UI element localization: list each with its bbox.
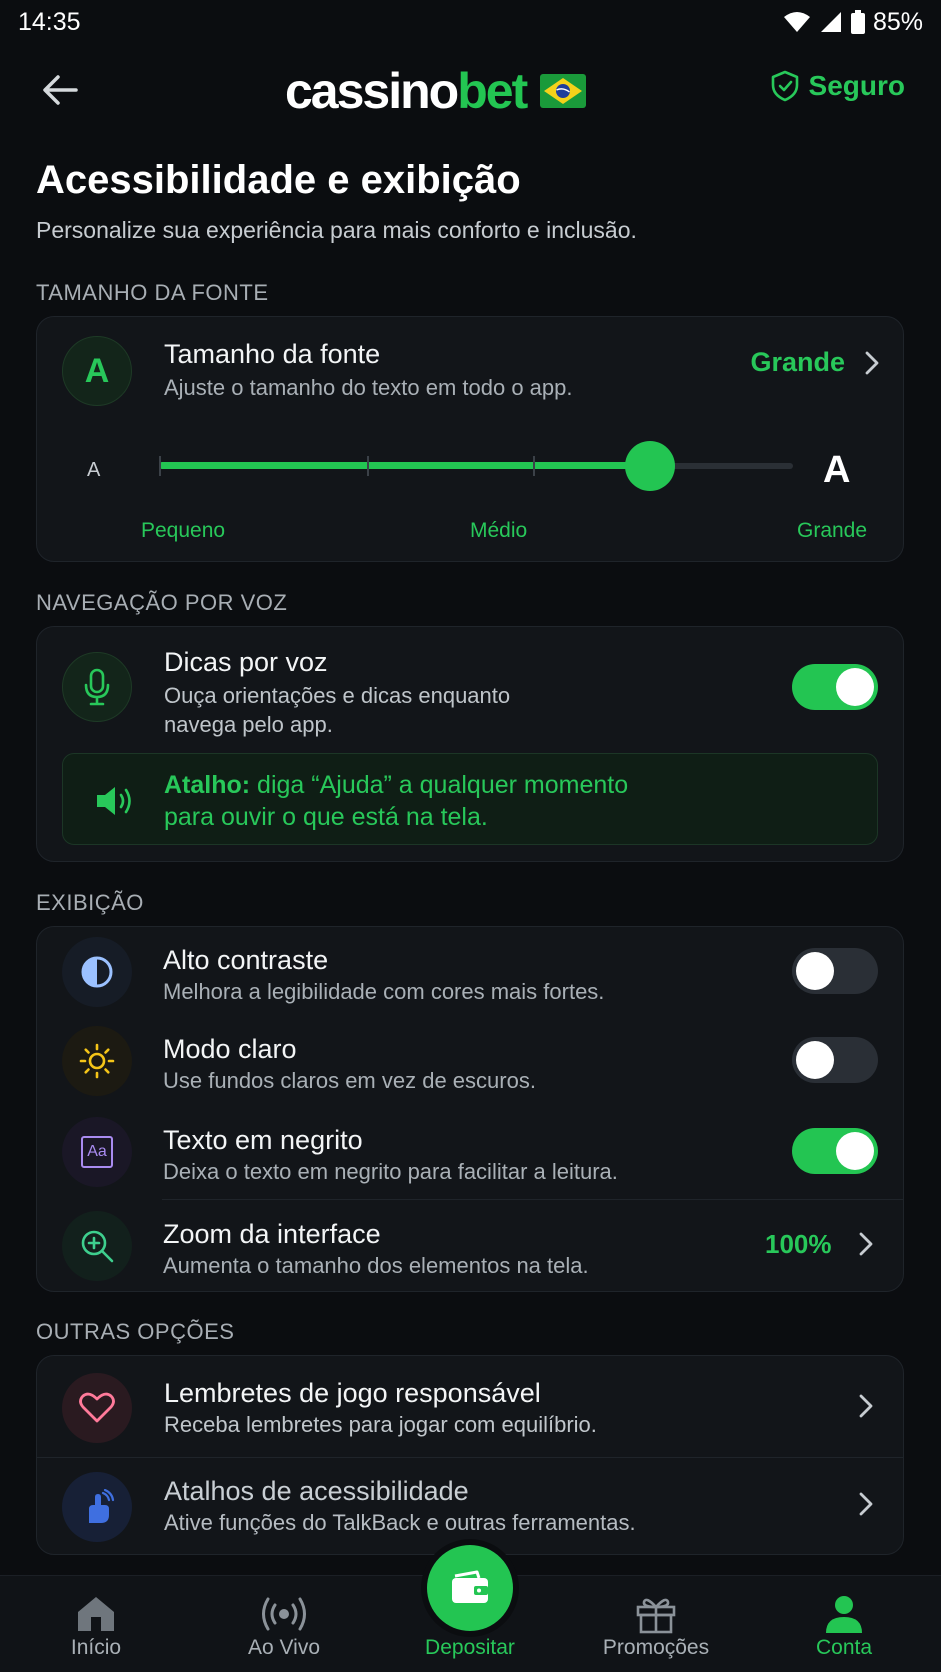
contrast-icon <box>62 937 132 1007</box>
app-bar: cassinobet Seguro <box>0 56 941 124</box>
brand-logo: cassinobet <box>285 62 587 120</box>
gift-icon <box>634 1592 678 1636</box>
section-label-display: EXIBIÇÃO <box>36 890 144 915</box>
microphone-icon <box>62 652 132 722</box>
section-label-voice: NAVEGAÇÃO POR VOZ <box>36 590 288 615</box>
page-subtitle: Personalize sua experiência para mais co… <box>36 217 637 243</box>
slider-label-medium: Médio <box>470 519 528 542</box>
voice-tips-subtitle-2: navega pelo app. <box>164 712 333 737</box>
font-size-selector[interactable]: Grande <box>750 347 879 378</box>
chevron-right-icon <box>859 1492 873 1516</box>
nav-item-live[interactable]: Ao Vivo <box>204 1576 364 1672</box>
toggle-knob <box>836 668 874 706</box>
section-label-other: OUTRAS OPÇÕES <box>36 1319 235 1344</box>
other-row-accessibility-shortcuts[interactable]: Atalhos de acessibilidade Ative funções … <box>37 1458 905 1556</box>
slider-fill <box>159 462 651 469</box>
voice-card: Dicas por voz Ouça orientações e dicas e… <box>36 626 904 862</box>
wallet-icon <box>452 1570 488 1603</box>
nav-item-home[interactable]: Início <box>16 1576 176 1672</box>
slider-tick <box>533 456 535 476</box>
status-icons: 85% <box>783 8 923 37</box>
toggle-knob <box>796 952 834 990</box>
font-size-value: Grande <box>750 347 845 377</box>
font-size-card: A Tamanho da fonte Ajuste o tamanho do t… <box>36 316 904 562</box>
heart-icon <box>62 1373 132 1443</box>
zoom-icon <box>62 1211 132 1281</box>
nav-item-promotions[interactable]: Promoções <box>576 1576 736 1672</box>
text-format-icon: Aa <box>62 1117 132 1187</box>
bold-text-toggle[interactable] <box>792 1128 878 1174</box>
row-divider <box>162 1199 903 1200</box>
tip-bold-label: Atalho: <box>164 771 251 799</box>
status-time: 14:35 <box>18 7 81 36</box>
slider-label-large: Grande <box>797 519 868 542</box>
slider-label-small: Pequeno <box>141 519 226 542</box>
logo-text-accent: bet <box>457 63 528 119</box>
nav-item-account[interactable]: Conta <box>764 1576 924 1672</box>
page-title: Acessibilidade e exibição <box>36 158 521 202</box>
other-options-card: Lembretes de jogo responsável Receba lem… <box>36 1355 904 1555</box>
display-row-light-mode[interactable]: Modo claro Use fundos claros em vez de e… <box>37 1016 905 1104</box>
font-size-title: Tamanho da fonte <box>164 339 381 369</box>
secure-label: Seguro <box>808 70 905 101</box>
section-label-font: TAMANHO DA FONTE <box>36 280 269 305</box>
display-card: Alto contraste Melhora a legibilidade co… <box>36 926 904 1292</box>
home-icon <box>74 1592 118 1636</box>
display-row-zoom[interactable]: Zoom da interface Aumenta o tamanho dos … <box>37 1201 905 1291</box>
voice-tips-toggle[interactable] <box>792 664 878 710</box>
status-bar: 14:35 85% <box>0 0 941 44</box>
font-size-slider[interactable] <box>159 441 793 491</box>
high-contrast-toggle[interactable] <box>792 948 878 994</box>
battery-icon <box>850 10 865 34</box>
slider-tick <box>367 456 369 476</box>
font-letter-icon: A <box>62 336 132 406</box>
zoom-value: 100% <box>765 1229 832 1259</box>
logo-text-main: cassino <box>285 63 459 119</box>
tip-text-line1: diga “Ajuda” a qualquer momento <box>250 771 629 799</box>
voice-tips-subtitle-1: Ouça orientações e dicas enquanto <box>164 683 511 708</box>
sun-icon <box>62 1026 132 1096</box>
signal-icon <box>820 12 841 32</box>
back-button[interactable] <box>38 68 82 112</box>
hand-gesture-icon <box>62 1472 132 1542</box>
battery-percent: 85% <box>872 7 923 36</box>
chevron-right-icon <box>865 351 879 374</box>
deposit-button[interactable] <box>427 1545 513 1631</box>
light-mode-toggle[interactable] <box>792 1037 878 1083</box>
brazil-flag-icon <box>540 74 587 108</box>
chevron-right-icon <box>859 1232 873 1256</box>
chevron-right-icon <box>859 1394 873 1418</box>
other-row-responsible-gaming[interactable]: Lembretes de jogo responsável Receba lem… <box>37 1356 905 1456</box>
slider-tick <box>159 456 161 476</box>
display-row-bold-text[interactable]: Aa Texto em negrito Deixa o texto em neg… <box>37 1105 905 1195</box>
slider-large-letter: A <box>823 449 851 491</box>
user-icon <box>824 1592 864 1636</box>
voice-shortcut-tip: Atalho: diga “Ajuda” a qualquer momento … <box>62 753 878 845</box>
speaker-icon <box>97 787 131 815</box>
display-row-high-contrast[interactable]: Alto contraste Melhora a legibilidade co… <box>37 927 905 1015</box>
toggle-knob <box>836 1132 874 1170</box>
slider-small-letter: A <box>87 459 101 481</box>
tip-text-line2: para ouvir o que está na tela. <box>164 803 488 831</box>
toggle-knob <box>796 1041 834 1079</box>
arrow-left-icon <box>43 75 78 105</box>
slider-thumb[interactable] <box>625 441 675 491</box>
shield-check-icon <box>771 70 798 102</box>
secure-badge[interactable]: Seguro <box>771 70 905 102</box>
wifi-icon <box>783 12 810 32</box>
live-broadcast-icon <box>259 1592 309 1636</box>
font-size-subtitle: Ajuste o tamanho do texto em todo o app. <box>164 375 573 400</box>
voice-tips-title: Dicas por voz <box>164 647 328 677</box>
